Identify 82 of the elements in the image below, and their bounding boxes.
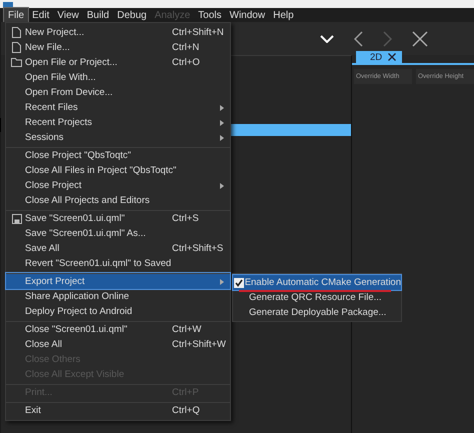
menu-item-label: Close All Projects and Editors xyxy=(25,195,150,206)
shortcut-text: Ctrl+O xyxy=(172,57,200,68)
menu-item[interactable]: Enable Automatic CMake Generation xyxy=(233,275,401,290)
menu-bar-item[interactable]: Edit xyxy=(28,8,54,22)
menu-item-label: Save All xyxy=(25,243,60,254)
file-icon xyxy=(12,42,21,53)
submenu-arrow-icon xyxy=(220,134,224,140)
submenu-arrow-icon xyxy=(220,104,224,110)
menu-item[interactable]: Deploy Project to Android xyxy=(6,304,230,319)
menu-item-label: Close All Files in Project "QbsToqtc" xyxy=(25,165,176,176)
menu-item-label: Close Project xyxy=(25,180,82,191)
menu-item[interactable]: Save "Screen01.ui.qml" Ctrl+S xyxy=(6,210,230,226)
menu-item-label: Open File With... xyxy=(25,72,96,83)
menu-item-label: Save "Screen01.ui.qml" xyxy=(25,213,125,224)
menu-item-label: Deploy Project to Android xyxy=(25,306,132,317)
menu-item-label: New File... xyxy=(25,42,70,53)
shortcut-text: Ctrl+N xyxy=(172,42,200,53)
menu-item[interactable]: Close Project "QbsToqtc" xyxy=(6,147,230,163)
menu-item-label: Close All xyxy=(25,339,62,350)
menu-item[interactable]: Open From Device... xyxy=(6,85,230,100)
shortcut-text: Ctrl+Q xyxy=(172,405,200,416)
menu-item[interactable]: Generate Deployable Package... xyxy=(233,305,401,320)
shortcut-text: Ctrl+Shift+N xyxy=(172,27,224,38)
menu-bar-item[interactable]: Build xyxy=(82,8,114,22)
menu-bar-item[interactable]: View xyxy=(53,8,83,22)
menu-item[interactable]: Export Project xyxy=(6,273,230,289)
menu-item[interactable]: Open File With... xyxy=(6,70,230,85)
menu-item-label: Export Project xyxy=(25,276,85,287)
menu-bar-item[interactable]: Debug xyxy=(113,8,151,22)
checkbox[interactable] xyxy=(234,278,244,288)
menu-item[interactable]: Close Project xyxy=(6,178,230,193)
menu-item-label: New Project... xyxy=(25,27,84,38)
menu-item[interactable]: Generate QRC Resource File... xyxy=(233,290,401,305)
save-icon xyxy=(12,214,22,224)
menu-item[interactable]: Close "Screen01.ui.qml" Ctrl+W xyxy=(6,321,230,337)
menu-item-label: Generate QRC Resource File... xyxy=(249,292,382,303)
shortcut-text: Ctrl+Shift+S xyxy=(172,243,224,254)
menu-item[interactable]: Close All Files in Project "QbsToqtc" xyxy=(6,163,230,178)
file-icon xyxy=(12,27,21,38)
menu-item-label: Enable Automatic CMake Generation xyxy=(244,277,401,288)
menu-item-label: Recent Projects xyxy=(25,117,92,128)
shortcut-text: Ctrl+W xyxy=(172,324,202,335)
menu-item[interactable]: New File... Ctrl+N xyxy=(6,40,230,55)
menu-bar-item[interactable]: Tools xyxy=(194,8,226,22)
menu-item[interactable]: Exit Ctrl+Q xyxy=(6,402,230,418)
menu-item[interactable]: Share Application Online xyxy=(6,289,230,304)
close-icon[interactable] xyxy=(412,30,428,46)
menu-bar-item[interactable]: File xyxy=(4,8,28,22)
menu-item[interactable]: Close All Ctrl+Shift+W xyxy=(6,337,230,352)
menu-item-label: Close "Screen01.ui.qml" xyxy=(25,324,128,335)
menu-item[interactable]: Save "Screen01.ui.qml" As... xyxy=(6,226,230,241)
menu-item-label: Sessions xyxy=(25,132,64,143)
menu-item[interactable]: Recent Files xyxy=(6,100,230,115)
menu-item-label: Exit xyxy=(25,405,41,416)
menu-item[interactable]: Open File or Project... Ctrl+O xyxy=(6,55,230,70)
menu-item[interactable]: Sessions xyxy=(6,130,230,145)
back-icon[interactable] xyxy=(354,30,363,46)
menu-item-label: Save "Screen01.ui.qml" As... xyxy=(25,228,146,239)
menu-bar-item[interactable]: Help xyxy=(269,8,298,22)
close-icon[interactable] xyxy=(388,53,396,61)
view-tab[interactable]: 2D xyxy=(356,51,402,63)
menu-item-label: Revert "Screen01.ui.qml" to Saved xyxy=(25,258,172,269)
menu-item-label: Close Project "QbsToqtc" xyxy=(25,150,132,161)
menu-item[interactable]: Revert "Screen01.ui.qml" to Saved xyxy=(6,256,230,271)
tab-label: 2D xyxy=(370,52,382,62)
submenu-arrow-icon xyxy=(220,278,224,284)
menu-item-label: Share Application Online xyxy=(25,291,130,302)
chevron-down-icon[interactable] xyxy=(320,34,334,42)
menu-item-label: Recent Files xyxy=(25,102,78,113)
folder-icon xyxy=(11,58,22,67)
menu-item-label: Open From Device... xyxy=(25,87,113,98)
menu-item-label: Generate Deployable Package... xyxy=(249,307,386,318)
menu-item[interactable]: Save All Ctrl+Shift+S xyxy=(6,241,230,256)
menu-item[interactable]: Recent Projects xyxy=(6,115,230,130)
menu-item-label: Open File or Project... xyxy=(25,57,118,68)
menu-item[interactable]: New Project... Ctrl+Shift+N xyxy=(6,25,230,40)
submenu-arrow-icon xyxy=(220,182,224,188)
shortcut-text: Ctrl+Shift+W xyxy=(172,339,226,350)
menu-item[interactable]: Close All Projects and Editors xyxy=(6,193,230,208)
menu-bar-item[interactable]: Window xyxy=(226,8,270,22)
submenu-arrow-icon xyxy=(220,120,224,126)
shortcut-text: Ctrl+S xyxy=(172,213,199,224)
